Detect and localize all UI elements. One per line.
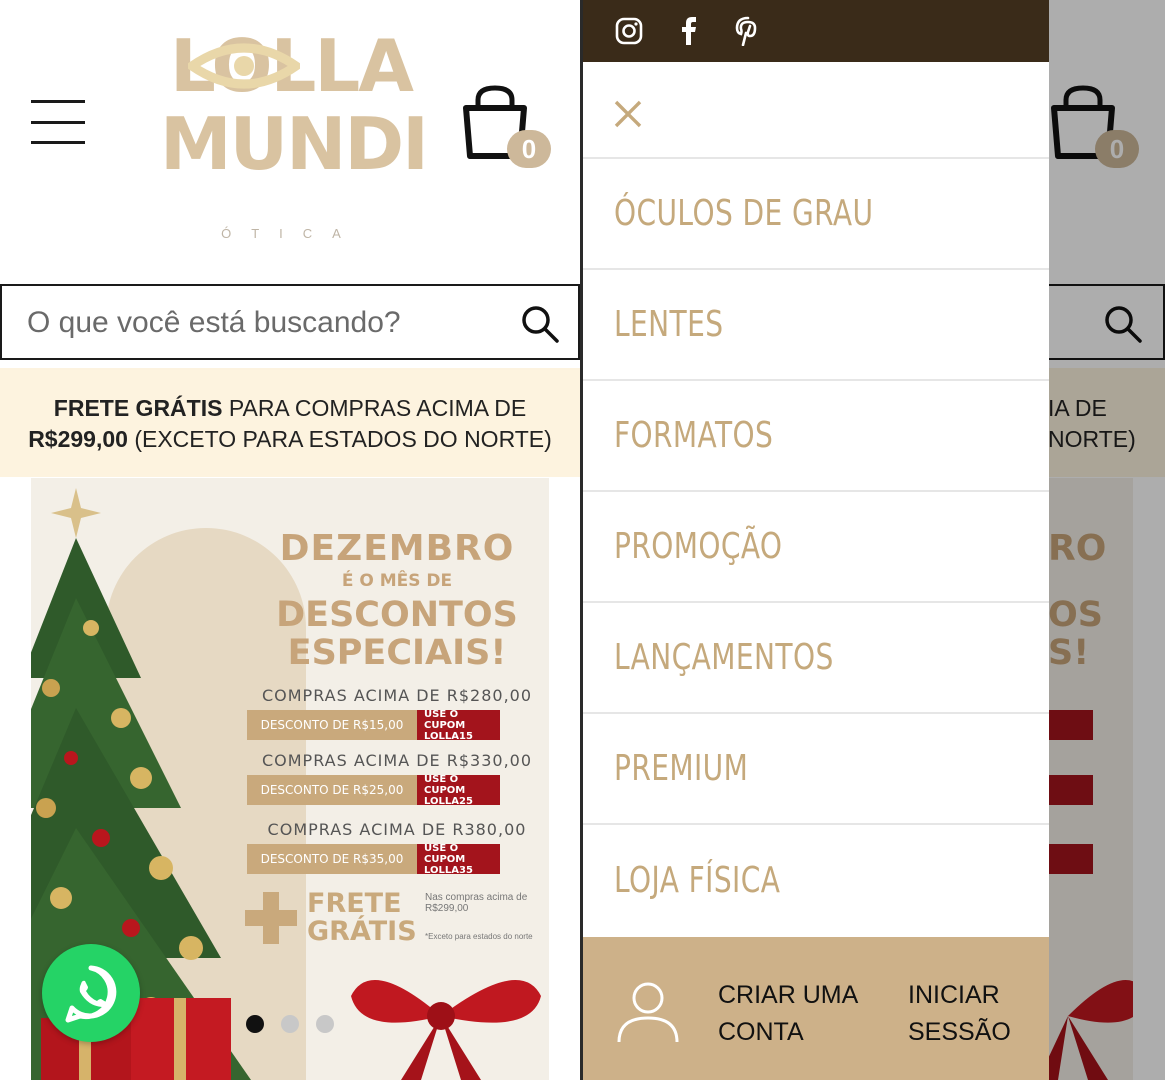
menu-item-loja-fisica[interactable]: LOJA FÍSICA	[583, 825, 1049, 936]
banner-headline-2: É O MÊS DE	[341, 571, 453, 591]
menu-item-lancamentos[interactable]: LANÇAMENTOS	[583, 603, 1049, 714]
menu-item-label: FORMATOS	[614, 415, 774, 456]
tier-3-title: COMPRAS ACIMA DE R380,00	[267, 820, 527, 839]
menu-item-label: ÓCULOS DE GRAU	[614, 193, 874, 234]
pinterest-icon[interactable]	[733, 16, 763, 46]
logo-word-bottom: MUNDI	[160, 102, 429, 186]
menu-item-label: PREMIUM	[614, 748, 749, 789]
navigation-drawer: ÓCULOS DE GRAU LENTES FORMATOS PROMOÇÃO …	[583, 0, 1049, 1080]
tier-1-title: COMPRAS ACIMA DE R$280,00	[261, 686, 533, 705]
login-line-1: INICIAR	[908, 981, 1000, 1009]
cart-button[interactable]: 0	[460, 84, 552, 168]
menu-item-promocao[interactable]: PROMOÇÃO	[583, 492, 1049, 603]
tier-3-row: DESCONTO DE R$35,00 USE O CUPOM LOLLA35	[247, 842, 509, 876]
shipping-text: PARA COMPRAS ACIMA DE	[222, 395, 527, 421]
shipping-threshold: R$299,00	[28, 426, 128, 452]
carousel-dots	[246, 1015, 346, 1033]
banner-headline-1: DEZEMBRO	[279, 528, 515, 569]
logo-subtitle: ÓTICA	[221, 226, 361, 241]
shipping-exception: (EXCETO PARA ESTADOS DO NORTE)	[127, 426, 552, 452]
free-shipping-badge: FRETE GRÁTIS Nas compras acima de R$299,…	[243, 888, 543, 948]
tier-2-row: DESCONTO DE R$25,00 USE O CUPOM LOLLA25	[247, 773, 509, 807]
carousel-dot-1[interactable]	[246, 1015, 264, 1033]
carousel-dot-2[interactable]	[281, 1015, 299, 1033]
frete-note-exception: *Exceto para estados do norte	[425, 932, 533, 941]
tier-1-coupon-code: LOLLA15	[424, 730, 473, 742]
login-link[interactable]: INICIAR SESSÃO	[908, 977, 1011, 1051]
tier-1-coupon-label: USE O CUPOM	[424, 708, 466, 731]
tier-1-discount: DESCONTO DE R$15,00	[247, 710, 417, 740]
brand-logo[interactable]: LOLLA MUNDI ÓTICA	[160, 30, 429, 241]
drawer-header	[583, 62, 1049, 159]
red-bow-image	[351, 980, 541, 1080]
menu-item-label: LANÇAMENTOS	[614, 637, 834, 678]
login-line-2: SESSÃO	[908, 1018, 1011, 1046]
social-bar	[583, 0, 1049, 62]
menu-hamburger-icon[interactable]	[31, 100, 85, 144]
menu-item-formatos[interactable]: FORMATOS	[583, 381, 1049, 492]
menu-drawer-screen: 0 IA DE NORTE) RO OS S! ÓCULOS DE GRAU L…	[583, 0, 1165, 1080]
search-icon[interactable]	[520, 304, 560, 344]
cart-count-badge: 0	[507, 130, 551, 168]
tier-3-coupon-code: LOLLA35	[424, 864, 473, 876]
account-bar: CRIAR UMA CONTA INICIAR SESSÃO	[583, 937, 1049, 1080]
page-behind-drawer[interactable]: 0 IA DE NORTE) RO OS S!	[1048, 0, 1165, 1080]
tier-1-coupon: USE O CUPOM LOLLA15	[417, 708, 500, 742]
tier-3-coupon-label: USE O CUPOM	[424, 842, 466, 865]
dim-overlay[interactable]	[1048, 0, 1165, 1080]
menu-item-label: PROMOÇÃO	[614, 526, 783, 567]
logo-eye-icon	[188, 43, 300, 89]
menu-item-label: LOJA FÍSICA	[614, 860, 781, 901]
carousel-dot-3[interactable]	[316, 1015, 334, 1033]
menu-item-premium[interactable]: PREMIUM	[583, 714, 1049, 825]
frete-word-1: FRETE	[307, 888, 402, 919]
tier-3-coupon: USE O CUPOM LOLLA35	[417, 842, 500, 876]
tier-3-discount: DESCONTO DE R$35,00	[247, 844, 417, 874]
store-home-screen: LOLLA MUNDI ÓTICA 0 FRETE GRÁTIS PARA CO	[0, 0, 580, 1080]
facebook-icon[interactable]	[674, 16, 704, 46]
user-icon	[617, 982, 679, 1043]
banner-headline-4: ESPECIAIS!	[287, 633, 507, 673]
frete-word-2: GRÁTIS	[307, 916, 417, 947]
close-icon[interactable]	[613, 99, 643, 129]
menu-item-label: LENTES	[614, 304, 724, 345]
whatsapp-icon	[65, 965, 117, 1023]
search-input[interactable]	[27, 304, 487, 342]
tier-2-title: COMPRAS ACIMA DE R$330,00	[261, 751, 533, 770]
plus-icon	[245, 892, 297, 944]
tier-2-discount: DESCONTO DE R$25,00	[247, 775, 417, 805]
create-account-line-1: CRIAR UMA	[718, 981, 859, 1009]
frete-note: Nas compras acima de R$299,00	[425, 892, 528, 914]
menu-item-oculos-de-grau[interactable]: ÓCULOS DE GRAU	[583, 159, 1049, 270]
banner-headline-3: DESCONTOS	[276, 595, 518, 635]
menu-item-lentes[interactable]: LENTES	[583, 270, 1049, 381]
tier-2-coupon: USE O CUPOM LOLLA25	[417, 773, 500, 807]
search-bar	[0, 284, 580, 360]
whatsapp-button[interactable]	[42, 944, 140, 1042]
create-account-line-2: CONTA	[718, 1018, 804, 1046]
free-shipping-banner: FRETE GRÁTIS PARA COMPRAS ACIMA DE R$299…	[0, 368, 580, 477]
create-account-link[interactable]: CRIAR UMA CONTA	[718, 977, 858, 1051]
shipping-highlight: FRETE GRÁTIS	[53, 395, 223, 421]
instagram-icon[interactable]	[614, 16, 644, 46]
tier-2-coupon-label: USE O CUPOM	[424, 773, 466, 796]
tier-1-row: DESCONTO DE R$15,00 USE O CUPOM LOLLA15	[247, 708, 509, 742]
store-page: LOLLA MUNDI ÓTICA 0 FRETE GRÁTIS PARA CO	[0, 0, 580, 1080]
tier-2-coupon-code: LOLLA25	[424, 795, 473, 807]
